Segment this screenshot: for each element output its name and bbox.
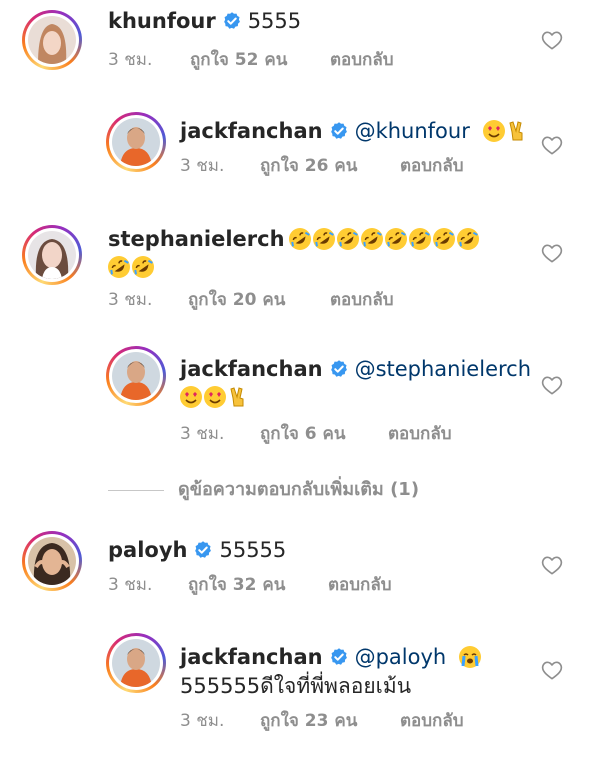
likes-count[interactable]: ถูกใจ 23 คน [260, 710, 357, 732]
timestamp: 3 ชม. [180, 711, 225, 731]
comment-text: 5555 [247, 9, 302, 33]
like-heart-icon[interactable] [541, 135, 563, 155]
likes-count[interactable]: ถูกใจ 52 คน [190, 49, 287, 71]
avatar[interactable] [106, 346, 166, 406]
verified-icon [329, 359, 349, 379]
likes-count[interactable]: ถูกใจ 6 คน [260, 423, 346, 445]
divider [108, 490, 164, 491]
reply-button[interactable]: ตอบกลับ [400, 710, 464, 732]
loudly-crying-emoji [458, 646, 481, 668]
mention-link[interactable]: @paloyh [355, 645, 447, 669]
heart-eyes-emoji [204, 386, 226, 408]
rolling-on-floor-laughing-emoji [288, 228, 311, 250]
likes-count[interactable]: ถูกใจ 32 คน [188, 574, 285, 596]
mention-link[interactable]: @stephanielerch [355, 357, 531, 381]
avatar[interactable] [22, 10, 82, 70]
reply-button[interactable]: ตอบกลับ [388, 423, 452, 445]
reply-button[interactable]: ตอบกลับ [330, 49, 394, 71]
like-heart-icon[interactable] [541, 243, 563, 263]
mention-link[interactable]: @khunfour [355, 119, 470, 143]
timestamp: 3 ชม. [108, 290, 153, 310]
comment-text: 55555 [219, 538, 287, 562]
emoji-row [288, 227, 481, 251]
reply-button[interactable]: ตอบกลับ [400, 155, 464, 177]
comment-text: 555555ดีใจที่พี่พลอยเม้น [180, 674, 412, 698]
avatar[interactable] [22, 225, 82, 285]
timestamp: 3 ชม. [180, 424, 225, 444]
verified-icon [193, 540, 213, 560]
likes-count[interactable]: ถูกใจ 26 คน [260, 155, 357, 177]
rolling-on-floor-laughing-emoji [456, 228, 479, 250]
victory-hand-emoji [228, 386, 250, 408]
timestamp: 3 ชม. [108, 575, 153, 595]
likes-count[interactable]: ถูกใจ 20 คน [188, 289, 285, 311]
view-more-replies-label[interactable]: ดูข้อความตอบกลับเพิ่มเติม (1) [178, 478, 419, 502]
avatar[interactable] [22, 531, 82, 591]
username[interactable]: jackfanchan [180, 357, 323, 381]
username[interactable]: jackfanchan [180, 645, 323, 669]
like-heart-icon[interactable] [541, 555, 563, 575]
username[interactable]: jackfanchan [180, 119, 323, 143]
like-heart-icon[interactable] [541, 30, 563, 50]
emoji-row [108, 255, 156, 279]
timestamp: 3 ชม. [108, 50, 153, 70]
rolling-on-floor-laughing-emoji [432, 228, 455, 250]
like-heart-icon[interactable] [541, 375, 563, 395]
avatar[interactable] [106, 112, 166, 172]
rolling-on-floor-laughing-emoji [408, 228, 431, 250]
rolling-on-floor-laughing-emoji [132, 256, 154, 278]
rolling-on-floor-laughing-emoji [312, 228, 335, 250]
rolling-on-floor-laughing-emoji [360, 228, 383, 250]
like-heart-icon[interactable] [541, 660, 563, 680]
rolling-on-floor-laughing-emoji [336, 228, 359, 250]
verified-icon [329, 121, 349, 141]
reply-button[interactable]: ตอบกลับ [328, 574, 392, 596]
avatar[interactable] [106, 633, 166, 693]
victory-hand-emoji [507, 120, 529, 142]
timestamp: 3 ชม. [180, 156, 225, 176]
username[interactable]: stephanielerch [108, 227, 285, 251]
username[interactable]: khunfour [108, 9, 216, 33]
reply-button[interactable]: ตอบกลับ [330, 289, 394, 311]
verified-icon [222, 11, 242, 31]
heart-eyes-emoji [180, 386, 202, 408]
rolling-on-floor-laughing-emoji [108, 256, 130, 278]
username[interactable]: paloyh [108, 538, 187, 562]
verified-icon [329, 647, 349, 667]
rolling-on-floor-laughing-emoji [384, 228, 407, 250]
heart-eyes-emoji [482, 120, 505, 142]
